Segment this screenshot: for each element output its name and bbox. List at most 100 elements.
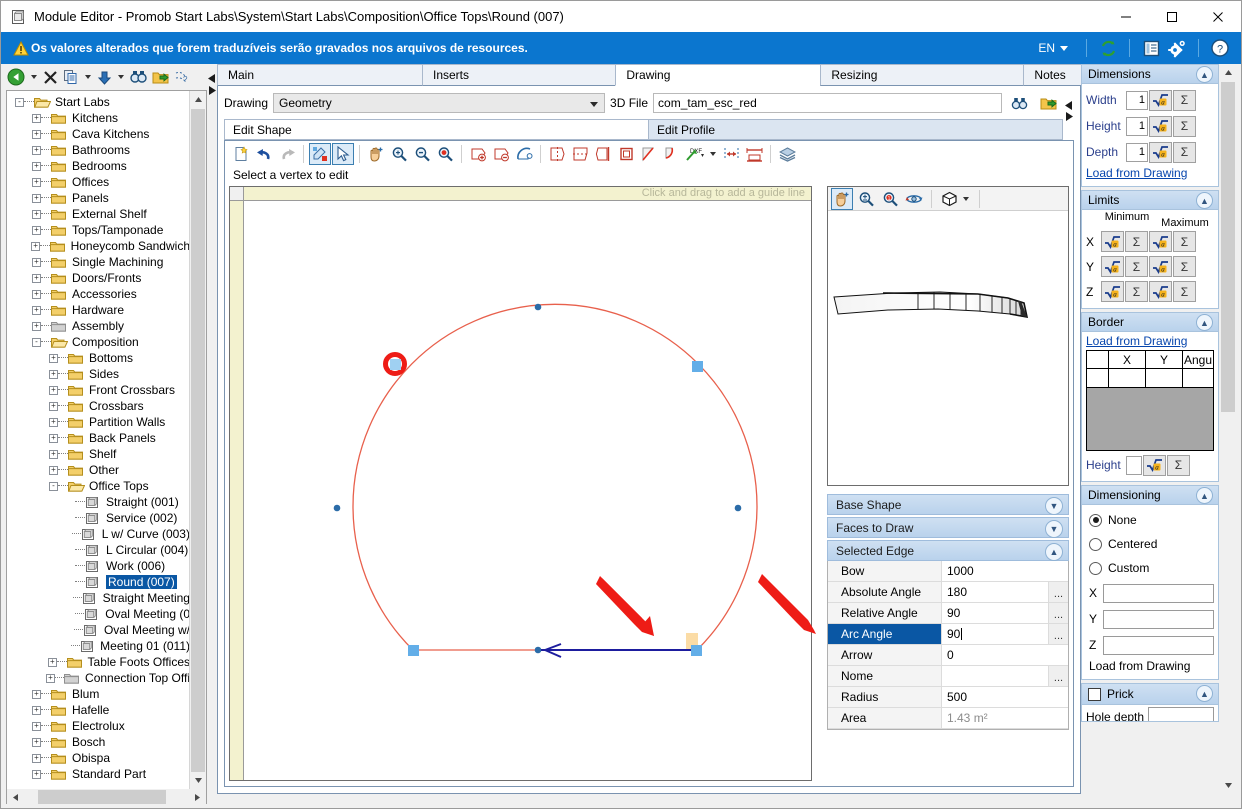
tree-item-bosch[interactable]: + Bosch (7, 734, 190, 750)
3d-preview-panel[interactable]: 1 (827, 186, 1069, 486)
tree-item-back-panels[interactable]: + Back Panels (7, 430, 190, 446)
tree-expander[interactable]: + (49, 385, 58, 395)
chevron-down-icon[interactable] (963, 196, 969, 201)
pan-hand-icon[interactable] (365, 143, 387, 165)
border-table[interactable]: X Y Angu (1086, 350, 1214, 451)
tree-item-service-002[interactable]: Service (002) (7, 510, 190, 526)
property-row[interactable]: Bow 1000 (828, 561, 1068, 582)
editor-tab-bar[interactable]: Edit Shape Edit Profile (224, 119, 1074, 141)
property-name-bow[interactable]: Bow (828, 561, 942, 581)
tree-item-bedrooms[interactable]: + Bedrooms (7, 158, 190, 174)
tree-scroll-thumb[interactable] (191, 109, 205, 789)
property-name-area[interactable]: Area (828, 708, 942, 728)
property-row[interactable]: Radius 500 (828, 687, 1068, 708)
find-icon[interactable] (128, 66, 149, 88)
mirror-horizontal-icon[interactable] (569, 143, 591, 165)
mirror-vertical-icon[interactable] (546, 143, 568, 165)
property-row[interactable]: Arc Angle 90... (828, 624, 1068, 645)
view-cube-icon[interactable] (938, 188, 960, 210)
property-value-radius[interactable]: 500 (942, 687, 1068, 707)
formula-icon[interactable]: a (1149, 256, 1172, 277)
back-icon[interactable] (5, 66, 27, 88)
axis-input-y[interactable] (1103, 609, 1214, 629)
tree-expander[interactable]: - (49, 481, 58, 491)
tree-expander[interactable]: + (32, 145, 41, 155)
help-icon[interactable]: ? (1207, 35, 1233, 61)
tree-expander[interactable]: + (47, 657, 57, 667)
sigma-icon[interactable]: Σ (1125, 281, 1148, 302)
formula-icon[interactable]: a (1149, 281, 1172, 302)
binoculars-icon[interactable] (1007, 92, 1031, 115)
tree-item-straight-001[interactable]: Straight (001) (7, 494, 190, 510)
property-value-absolute-angle[interactable]: 180 (942, 582, 1048, 602)
measure-icon[interactable] (720, 143, 742, 165)
tree-item-sides[interactable]: + Sides (7, 366, 190, 382)
tree-item-bathrooms[interactable]: + Bathrooms (7, 142, 190, 158)
flip-right-icon[interactable] (615, 143, 637, 165)
tree-item-offices[interactable]: + Offices (7, 174, 190, 190)
border-height-input[interactable] (1126, 455, 1142, 475)
formula-icon[interactable]: a (1149, 89, 1172, 111)
radio-button[interactable] (1089, 537, 1102, 551)
property-name-absolute-angle[interactable]: Absolute Angle (828, 582, 942, 602)
property-value-nome[interactable] (942, 666, 1048, 686)
tree-expander[interactable]: + (32, 769, 41, 779)
tab-main[interactable]: Main (217, 64, 423, 86)
chevron-up-icon[interactable]: ▲ (1196, 192, 1213, 209)
chevron-up-icon[interactable]: ▲ (1196, 314, 1213, 331)
expand-right-arrow-icon[interactable] (208, 84, 216, 98)
property-ellipsis-button[interactable]: ... (1048, 582, 1068, 602)
property-value-arrow[interactable]: 0 (942, 645, 1068, 665)
remove-vertex-icon[interactable] (490, 143, 512, 165)
tree-item-bottoms[interactable]: + Bottoms (7, 350, 190, 366)
tree-item-table-foots-offices[interactable]: + Table Foots Offices (7, 654, 190, 670)
tree-expander[interactable]: + (49, 449, 58, 459)
tree-item-oval-meeting-0[interactable]: Oval Meeting (0 (7, 606, 190, 622)
select-arrow-icon[interactable] (332, 143, 354, 165)
pan-hand-icon[interactable] (831, 187, 853, 210)
tab-drawing[interactable]: Drawing (615, 64, 822, 86)
export-folder-icon[interactable] (150, 66, 171, 88)
tree-item-front-crossbars[interactable]: + Front Crossbars (7, 382, 190, 398)
module-tree[interactable]: - Start Labs + Kitchens + Cava Kitchens + Bathr… (7, 91, 190, 789)
tree-item-accessories[interactable]: + Accessories (7, 286, 190, 302)
scroll-left-arrow-icon[interactable] (7, 790, 24, 804)
hscroll-thumb[interactable] (38, 790, 166, 804)
radio-button[interactable] (1089, 561, 1102, 575)
tree-expander[interactable]: + (32, 225, 41, 235)
preview-toolbar[interactable]: 1 (828, 187, 1068, 211)
border-table-row[interactable] (1087, 368, 1213, 387)
tree-item-work-006[interactable]: Work (006) (7, 558, 190, 574)
tree-item-assembly[interactable]: + Assembly (7, 318, 190, 334)
sigma-icon[interactable]: Σ (1173, 231, 1196, 252)
zoom-out-icon[interactable] (411, 143, 433, 165)
tree-expander[interactable]: + (32, 721, 41, 731)
section-base-shape[interactable]: Base Shape ▼ (827, 494, 1069, 515)
main-tab-bar[interactable]: Main Inserts Drawing Resizing Notes (217, 64, 1082, 87)
tree-item-electrolux[interactable]: + Electrolux (7, 718, 190, 734)
refresh-icon[interactable] (1095, 35, 1121, 61)
editor-tab-edit-shape[interactable]: Edit Shape (224, 119, 649, 140)
sigma-icon[interactable]: Σ (1173, 281, 1196, 302)
tree-expander[interactable]: + (49, 433, 58, 443)
property-value-bow[interactable]: 1000 (942, 561, 1068, 581)
tree-expander[interactable]: + (32, 113, 41, 123)
tree-vertical-scrollbar[interactable] (189, 91, 206, 789)
zoom-extents-icon[interactable] (388, 143, 410, 165)
formula-icon[interactable]: a (1149, 115, 1172, 137)
layers-icon[interactable] (776, 143, 798, 165)
tree-item-hafelle[interactable]: + Hafelle (7, 702, 190, 718)
tree-item-doors-fronts[interactable]: + Doors/Fronts (7, 270, 190, 286)
tree-item-l-w-curve-003[interactable]: L w/ Curve (003) (7, 526, 190, 542)
property-value-arc-angle[interactable]: 90 (942, 624, 1048, 644)
sigma-icon[interactable]: Σ (1125, 256, 1148, 277)
zoom-in-icon[interactable] (434, 143, 456, 165)
tree-item-office-tops[interactable]: - Office Tops (7, 478, 190, 494)
selected-edge-property-grid[interactable]: Bow 1000 Absolute Angle 180... Relative Angl… (827, 561, 1069, 730)
chevron-down-icon[interactable] (31, 75, 37, 79)
dxf-import-icon[interactable]: DXF (684, 143, 706, 165)
panel-header-dimensioning[interactable]: Dimensioning ▲ (1082, 486, 1218, 505)
scroll-up-arrow-icon[interactable] (1220, 64, 1236, 81)
dimensioning-option-centered[interactable]: Centered (1089, 532, 1214, 556)
tree-expander[interactable]: + (49, 465, 58, 475)
